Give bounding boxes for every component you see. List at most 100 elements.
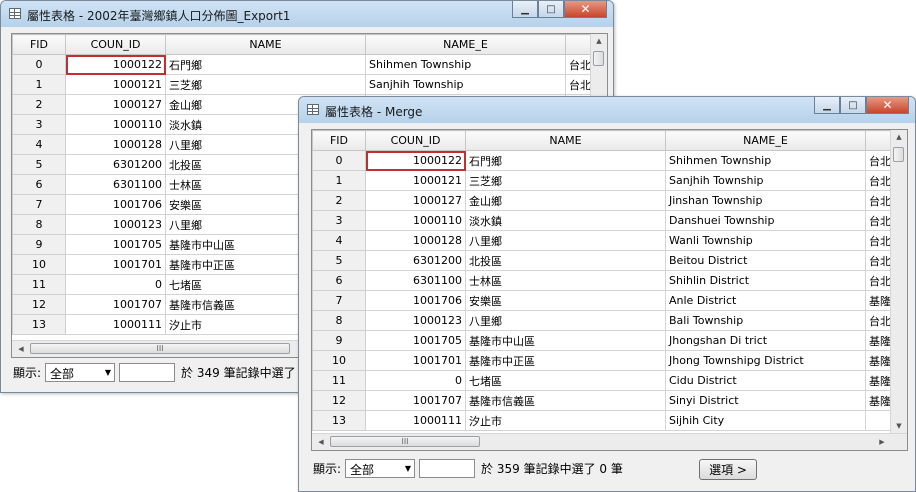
table-row[interactable]: 9 1001705 基隆市中山區 Jhongshan Di trict 基隆 [312,330,907,351]
row-header-cell[interactable]: 1 [312,170,366,191]
table-cell[interactable]: 1001705 [365,330,466,351]
table-row[interactable]: 13 1000111 汐止市 Sijhih City [312,410,907,431]
row-header-cell[interactable]: 0 [12,54,66,75]
table-cell[interactable]: 1001706 [65,194,166,215]
scroll-thumb[interactable]: III [30,343,290,354]
minimize-button[interactable]: ▁ [512,1,538,18]
column-header[interactable]: COUN_ID [65,34,166,55]
table-cell[interactable]: 1001706 [365,290,466,311]
table-cell[interactable]: Cidu District [665,370,866,391]
vertical-scrollbar[interactable]: ▲ ▼ [890,130,907,433]
table-cell[interactable]: Jhongshan Di trict [665,330,866,351]
table-cell[interactable]: Sinyi District [665,390,866,411]
attribute-grid[interactable]: FID COUN_ID NAME NAME_E 0 1000122 石門鄉 Shihmen … [311,129,908,451]
record-input[interactable] [119,363,176,382]
row-header-cell[interactable]: 4 [12,134,66,155]
table-cell[interactable]: Jhong Townshipg District [665,350,866,371]
title-bar[interactable]: 屬性表格 - Merge ▁ □ ✕ [299,97,915,123]
column-header[interactable]: COUN_ID [365,130,466,151]
table-cell[interactable]: 1000127 [65,94,166,115]
table-cell[interactable]: 1000121 [65,74,166,95]
row-header-cell[interactable]: 10 [12,254,66,275]
table-cell[interactable]: 安樂區 [465,290,666,311]
row-header-cell[interactable]: 7 [12,194,66,215]
scroll-thumb[interactable] [593,51,604,66]
table-cell[interactable]: Beitou District [665,250,866,271]
table-cell[interactable]: 1000123 [65,214,166,235]
table-cell[interactable]: Wanli Township [665,230,866,251]
table-cell[interactable]: 6301200 [365,250,466,271]
row-header-cell[interactable]: 10 [312,350,366,371]
table-row[interactable]: 1 1000121 三芝鄉 Sanjhih Township 台北 [12,74,607,95]
row-header-cell[interactable]: 9 [312,330,366,351]
table-row[interactable]: 7 1001706 安樂區 Anle District 基隆 [312,290,907,311]
table-row[interactable]: 2 1000127 金山鄉 Jinshan Township 台北 [312,190,907,211]
minimize-button[interactable]: ▁ [814,97,840,114]
row-header-cell[interactable]: 7 [312,290,366,311]
row-header-cell[interactable]: 2 [312,190,366,211]
table-cell[interactable]: 1000110 [365,210,466,231]
table-cell[interactable]: Sanjhih Township [365,74,566,95]
row-header-cell[interactable]: 5 [312,250,366,271]
row-header-cell[interactable]: 2 [12,94,66,115]
table-cell[interactable]: 1000128 [365,230,466,251]
row-header-cell[interactable]: 9 [12,234,66,255]
table-cell[interactable]: 北投區 [465,250,666,271]
options-button[interactable]: 選項 > [699,459,757,480]
table-cell[interactable]: Jinshan Township [665,190,866,211]
table-cell[interactable]: 基隆市中山區 [465,330,666,351]
row-header-cell[interactable]: 13 [12,314,66,335]
row-header-cell[interactable]: 4 [312,230,366,251]
table-row[interactable]: 12 1001707 基隆市信義區 Sinyi District 基隆 [312,390,907,411]
table-cell[interactable]: 七堵區 [465,370,666,391]
table-cell[interactable]: 6301200 [65,154,166,175]
table-cell[interactable]: 三芝鄉 [165,74,366,95]
scroll-thumb[interactable]: III [330,436,480,447]
table-cell[interactable]: 1000128 [65,134,166,155]
row-header-cell[interactable]: 8 [312,310,366,331]
scroll-up-arrow[interactable]: ▲ [591,34,607,48]
table-cell[interactable]: Bali Township [665,310,866,331]
column-header[interactable]: NAME_E [365,34,566,55]
merge-attribute-table-window[interactable]: 屬性表格 - Merge ▁ □ ✕ FID COUN_ID NAME NAME_E … [298,96,916,492]
column-header[interactable]: FID [12,34,66,55]
maximize-button[interactable]: □ [840,97,866,114]
title-bar[interactable]: 屬性表格 - 2002年臺灣鄉鎮人口分佈圖_Export1 ▁ □ ✕ [1,1,613,27]
table-cell[interactable]: 1000111 [65,314,166,335]
table-cell[interactable]: 石門鄉 [465,150,666,171]
table-row[interactable]: 8 1000123 八里鄉 Bali Township 台北 [312,310,907,331]
column-header[interactable]: FID [312,130,366,151]
table-cell[interactable]: 1000122 [65,54,166,75]
row-header-cell[interactable]: 3 [312,210,366,231]
scroll-left-arrow[interactable]: ◀ [14,341,28,357]
table-cell[interactable]: Anle District [665,290,866,311]
close-button[interactable]: ✕ [564,1,607,18]
row-header-cell[interactable]: 13 [312,410,366,431]
table-row[interactable]: 10 1001701 基隆市中正區 Jhong Townshipg District 基… [312,350,907,371]
show-select[interactable]: 全部 ▼ [345,459,416,478]
table-cell[interactable]: 士林區 [465,270,666,291]
column-header[interactable]: NAME [165,34,366,55]
column-header[interactable]: NAME [465,130,666,151]
table-cell[interactable]: 金山鄉 [465,190,666,211]
table-cell[interactable]: Shihmen Township [365,54,566,75]
table-row[interactable]: 5 6301200 北投區 Beitou District 台北 [312,250,907,271]
table-cell[interactable]: Sijhih City [665,410,866,431]
scroll-thumb[interactable] [893,147,904,162]
table-cell[interactable]: 八里鄉 [465,310,666,331]
row-header-cell[interactable]: 6 [312,270,366,291]
table-cell[interactable]: 0 [65,274,166,295]
table-cell[interactable]: 1001701 [65,254,166,275]
table-cell[interactable]: 1000127 [365,190,466,211]
table-cell[interactable]: Shihmen Township [665,150,866,171]
table-cell[interactable]: 八里鄉 [465,230,666,251]
table-cell[interactable]: 1001705 [65,234,166,255]
row-header-cell[interactable]: 1 [12,74,66,95]
maximize-button[interactable]: □ [538,1,564,18]
table-cell[interactable]: 基隆市信義區 [465,390,666,411]
row-header-cell[interactable]: 6 [12,174,66,195]
table-cell[interactable]: 6301100 [365,270,466,291]
table-cell[interactable]: 1001701 [365,350,466,371]
row-header-cell[interactable]: 12 [12,294,66,315]
table-cell[interactable]: 6301100 [65,174,166,195]
